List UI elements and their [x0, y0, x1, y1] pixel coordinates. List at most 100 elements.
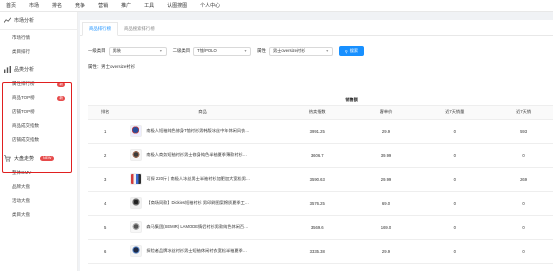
sidebar: 市场分析 市场行情 类目排行 品类分析 属性排行榜新 商品TOP榜 新 店铺TOP…: [0, 12, 78, 271]
heat-cell: 3991.25: [282, 119, 352, 144]
table-row[interactable]: 4 【商场同款】Dickies短袖衬衫 男印刷图案棉质夏季工装衬衫 3576.2…: [88, 191, 553, 216]
sidebar-item-gmv[interactable]: 整体GMV: [0, 166, 77, 180]
sidebar-item-attribute-rank[interactable]: 属性排行榜 新: [0, 77, 77, 91]
product-name-link[interactable]: 可探 220斤 | 南极人冰丝男士半袖衬衫加肥加大宽松男装夏季: [146, 176, 250, 182]
product-thumbnail[interactable]: [130, 173, 143, 185]
chevron-down-icon: ▼: [325, 49, 329, 53]
table-row[interactable]: 1 南极人短袖纯色修身T恤衬衫男韩版冰丝中年休闲风衣夏季 3991.25 29.…: [88, 119, 553, 144]
price-cell: 29.9: [351, 119, 421, 144]
col-price[interactable]: 客单价: [351, 104, 421, 120]
price-cell: 29.9: [351, 239, 421, 264]
cat2-label: 二级类目: [172, 48, 191, 53]
rank-cell: 2: [88, 143, 123, 168]
cat2-select[interactable]: T恤/POLO ▼: [193, 46, 252, 56]
product-name-link[interactable]: 南极人商务短袖衬衫男士修身纯色半袖夏季薄款衬衫外套上衣: [146, 152, 250, 158]
sales7b-cell: 593: [489, 119, 553, 144]
heat-cell: 3335.38: [282, 239, 352, 264]
table-row[interactable]: 3 可探 220斤 | 南极人冰丝男士半袖衬衫加肥加大宽松男装夏季 3590.6…: [88, 167, 553, 192]
col-sales7b[interactable]: 近7天销: [489, 104, 553, 120]
sidebar-group-title: 市场分析: [14, 17, 35, 24]
divider: [0, 29, 77, 30]
product-rank-table: 销售额 排名 商品 热卖指数 客单价 近7天销量 近7天销 1 南极人短袖纯色修…: [88, 95, 553, 264]
heat-cell: 3569.6: [282, 215, 352, 240]
nav-competition[interactable]: 竞争: [75, 2, 85, 9]
sidebar-item-category-rank[interactable]: 类目排行: [0, 45, 77, 59]
top-navigation: 首页 市场 排名 竞争 营销 推广 工具 认图搜图 个人中心: [0, 0, 553, 12]
sales7b-cell: 0: [489, 191, 553, 216]
search-icon: ⚲: [344, 48, 348, 54]
attribute-summary: 属性：男士oversize衬衫: [88, 64, 136, 69]
sidebar-item-label: 店铺TOP榜: [12, 109, 35, 114]
table-row[interactable]: 6 探险者品牌冰丝衬衫男士短袖休闲衬衣宽松半袖夏季薄款上衣 3335.38 29…: [88, 239, 553, 264]
col-heat[interactable]: 热卖指数: [282, 104, 352, 120]
rank-cell: 6: [88, 239, 123, 264]
sidebar-item-label: 活动大盘: [12, 198, 30, 203]
rank-cell: 3: [88, 167, 123, 192]
product-name-link[interactable]: 【商场同款】Dickies短袖衬衫 男印刷图案棉质夏季工装衬衫: [146, 200, 250, 206]
sidebar-item-label: 类目排行: [12, 49, 30, 54]
sidebar-item-activity-overview[interactable]: 活动大盘: [0, 194, 77, 208]
sidebar-group-market[interactable]: 市场分析: [0, 12, 77, 28]
nav-profile[interactable]: 个人中心: [200, 2, 220, 9]
tab-product-search-rank[interactable]: 商品搜索排行榜: [118, 23, 161, 35]
table-row[interactable]: 5 森马集团(SEMIR) LAMODE情侣衬衫男款纯色休闲百搭衬衫潮 3569…: [88, 215, 553, 240]
product-thumbnail[interactable]: [130, 125, 143, 137]
sidebar-group-overview[interactable]: 大盘走势 NEW: [0, 150, 77, 166]
sidebar-item-label: 市场行情: [12, 35, 30, 40]
trend-icon: [4, 16, 11, 24]
nav-ranking[interactable]: 排名: [52, 2, 62, 9]
sales7b-cell: 0: [489, 239, 553, 264]
heat-cell: 3590.63: [282, 167, 352, 192]
chevron-down-icon: ▼: [159, 49, 163, 53]
sidebar-item-label: 商品TOP榜: [12, 95, 35, 100]
col-sales7[interactable]: 近7天销量: [420, 104, 490, 120]
product-name-link[interactable]: 探险者品牌冰丝衬衫男士短袖休闲衬衣宽松半袖夏季薄款上衣: [146, 248, 250, 254]
main-panel: 商品排行榜 商品搜索排行榜 一级类目 男装 ▼ 二级类目 T恤/POLO ▼ 属性 …: [80, 20, 553, 271]
product-name-link[interactable]: 森马集团(SEMIR) LAMODE情侣衬衫男款纯色休闲百搭衬衫潮: [146, 224, 250, 230]
tab-product-rank[interactable]: 商品排行榜: [82, 22, 118, 36]
product-thumbnail[interactable]: [130, 149, 143, 161]
heat-cell: 3606.7: [282, 143, 352, 168]
search-button[interactable]: ⚲ 搜索: [338, 46, 364, 56]
nav-promotion[interactable]: 推广: [121, 2, 131, 9]
price-cell: 29.99: [351, 167, 421, 192]
new-badge: NEW: [40, 155, 55, 161]
nav-image-search[interactable]: 认图搜图: [167, 2, 187, 9]
sidebar-group-category[interactable]: 品类分析: [0, 61, 77, 77]
attr-value: 男士oversize衬衫: [272, 48, 306, 53]
nav-market[interactable]: 市场: [29, 2, 39, 9]
product-thumbnail[interactable]: [130, 245, 143, 257]
search-button-label: 搜索: [349, 48, 359, 53]
sidebar-group-title: 品类分析: [14, 66, 35, 73]
col-rank: 排名: [88, 104, 123, 120]
sidebar-item-product-deal-index[interactable]: 商品成交指数: [0, 119, 77, 133]
nav-tools[interactable]: 工具: [144, 2, 154, 9]
sidebar-item-label: 整体GMV: [12, 170, 32, 175]
sidebar-item-shop-top[interactable]: 店铺TOP榜: [0, 105, 77, 119]
new-badge: 新: [57, 81, 65, 87]
nav-home[interactable]: 首页: [6, 2, 16, 9]
product-thumbnail[interactable]: [130, 197, 143, 209]
sales7-cell: 0: [420, 167, 490, 192]
sidebar-item-shop-deal-index[interactable]: 店铺成交指数: [0, 133, 77, 147]
sidebar-item-market-trend[interactable]: 市场行情: [0, 31, 77, 45]
attr-select[interactable]: 男士oversize衬衫 ▼: [268, 46, 333, 56]
table-group-header: 销售额: [88, 95, 553, 105]
sidebar-item-brand-overview[interactable]: 品牌大盘: [0, 180, 77, 194]
sales7-cell: 0: [420, 143, 490, 168]
rank-cell: 5: [88, 215, 123, 240]
table-row[interactable]: 2 南极人商务短袖衬衫男士修身纯色半袖夏季薄款衬衫外套上衣 3606.7 39.…: [88, 143, 553, 168]
cat1-select[interactable]: 男装 ▼: [108, 46, 167, 56]
new-badge: 新: [57, 95, 65, 101]
product-name-link[interactable]: 南极人短袖纯色修身T恤衬衫男韩版冰丝中年休闲风衣夏季: [146, 128, 250, 134]
sidebar-item-label: 商品成交指数: [12, 123, 39, 128]
sales7-cell: 0: [420, 191, 490, 216]
nav-marketing[interactable]: 营销: [98, 2, 108, 9]
sales7-cell: 0: [420, 119, 490, 144]
sidebar-item-product-top[interactable]: 商品TOP榜 新: [0, 91, 77, 105]
table-header-row: 排名 商品 热卖指数 客单价 近7天销量 近7天销: [88, 104, 553, 120]
sidebar-item-category-overview[interactable]: 类目大盘: [0, 208, 77, 222]
product-thumbnail[interactable]: [130, 221, 143, 233]
heat-cell: 3576.25: [282, 191, 352, 216]
cart-icon: [4, 154, 11, 162]
